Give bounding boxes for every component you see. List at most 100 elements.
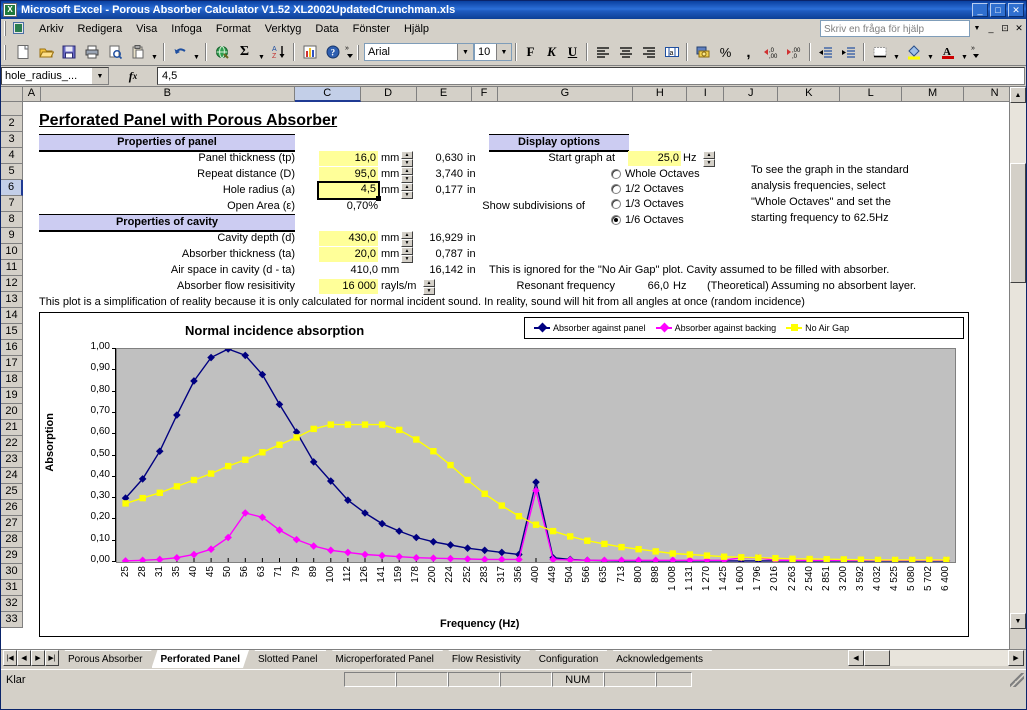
row-header-18[interactable]: 18 <box>1 372 23 388</box>
value-cavity-depth[interactable]: 430,0 <box>319 231 378 246</box>
row-header-25[interactable]: 25 <box>1 484 23 500</box>
menu-item-redigera[interactable]: Redigera <box>70 21 129 37</box>
row-header-8[interactable]: 8 <box>1 212 23 228</box>
row-header-20[interactable]: 20 <box>1 404 23 420</box>
align-center-icon[interactable] <box>614 41 637 63</box>
menu-item-fonster[interactable]: Fönster <box>346 21 397 37</box>
row-header-4[interactable]: 4 <box>1 148 23 164</box>
menu-item-data[interactable]: Data <box>308 21 345 37</box>
row-header-3[interactable]: 3 <box>1 132 23 148</box>
print-preview-icon[interactable] <box>103 41 126 63</box>
hscroll-left-button[interactable]: ◀ <box>848 650 864 666</box>
sheet-tab-acknowledgements[interactable]: Acknowledgements <box>607 650 712 668</box>
row-header-26[interactable]: 26 <box>1 500 23 516</box>
save-icon[interactable] <box>57 41 80 63</box>
toolbar-gripper-2[interactable] <box>357 44 361 60</box>
radio-whole-octaves[interactable]: Whole Octaves <box>611 168 700 180</box>
hscroll-track[interactable] <box>890 650 1008 666</box>
row-header-28[interactable]: 28 <box>1 532 23 548</box>
vscroll-track-top[interactable] <box>1010 103 1026 163</box>
row-header-19[interactable]: 19 <box>1 388 23 404</box>
close-button[interactable]: ✕ <box>1008 3 1024 17</box>
sort-ascending-icon[interactable]: AZ <box>267 41 290 63</box>
row-header-15[interactable]: 15 <box>1 324 23 340</box>
toolbar-overflow-button[interactable]: » <box>344 41 356 63</box>
row-header-27[interactable]: 27 <box>1 516 23 532</box>
font-name-dropdown-icon[interactable]: ▼ <box>457 44 473 60</box>
sheet-tab-slotted-panel[interactable]: Slotted Panel <box>249 650 327 668</box>
menu-item-infoga[interactable]: Infoga <box>164 21 209 37</box>
new-icon[interactable] <box>11 41 34 63</box>
borders-icon[interactable] <box>868 41 891 63</box>
value-flow-resistivity[interactable]: 16 000 <box>319 279 378 294</box>
sheet-tab-microperforated-panel[interactable]: Microperforated Panel <box>326 650 442 668</box>
resize-grip[interactable] <box>1010 672 1024 687</box>
radio-third-octaves[interactable]: 1/3 Octaves <box>611 198 684 210</box>
row-header-14[interactable]: 14 <box>1 308 23 324</box>
minimize-button[interactable]: _ <box>972 3 988 17</box>
name-box-dropdown-icon[interactable]: ▼ <box>92 68 108 84</box>
hscroll-right-button[interactable]: ▶ <box>1008 650 1024 666</box>
row-header-24[interactable]: 24 <box>1 468 23 484</box>
fill-color-dropdown-icon[interactable]: ▼ <box>925 39 936 66</box>
print-icon[interactable] <box>80 41 103 63</box>
font-name-input[interactable]: Arial ▼ <box>364 43 474 61</box>
column-header-M[interactable]: M <box>902 87 965 102</box>
fill-color-icon[interactable] <box>902 41 925 63</box>
column-header-C[interactable]: C <box>294 87 361 102</box>
toolbar-gripper-1[interactable] <box>4 44 8 60</box>
paste-icon[interactable] <box>126 41 149 63</box>
vertical-scrollbar[interactable]: ▲ ▼ <box>1009 87 1026 649</box>
hyperlink-icon[interactable] <box>210 41 233 63</box>
absorption-chart[interactable]: Normal incidence absorption Absorber aga… <box>39 312 969 637</box>
select-all-corner[interactable] <box>1 87 23 102</box>
row-header-22[interactable]: 22 <box>1 436 23 452</box>
sheet-tab-flow-resistivity[interactable]: Flow Resistivity <box>443 650 530 668</box>
column-header-J[interactable]: J <box>724 87 779 102</box>
scroll-down-button[interactable]: ▼ <box>1010 613 1026 629</box>
bold-button[interactable]: F <box>520 42 541 62</box>
column-header-E[interactable]: E <box>416 87 472 102</box>
scroll-up-button[interactable]: ▲ <box>1010 87 1026 103</box>
hscroll-thumb[interactable] <box>864 650 890 666</box>
vscroll-track-bottom[interactable] <box>1010 283 1026 613</box>
column-header-G[interactable]: G <box>497 87 634 102</box>
row-header-13[interactable]: 13 <box>1 292 23 308</box>
font-size-dropdown-icon[interactable]: ▼ <box>496 44 511 60</box>
column-header-D[interactable]: D <box>360 87 417 102</box>
prev-tab-icon[interactable]: ◀ <box>17 650 31 666</box>
radio-sixth-octaves[interactable]: 1/6 Octaves <box>611 214 684 226</box>
value-start-graph[interactable]: 25,0 <box>628 151 681 166</box>
row-header-17[interactable]: 17 <box>1 356 23 372</box>
doc-restore-button[interactable]: ⊡ <box>998 21 1012 36</box>
column-header-I[interactable]: I <box>687 87 725 102</box>
undo-icon[interactable] <box>168 41 191 63</box>
font-size-input[interactable]: 10 ▼ <box>474 43 512 61</box>
row-header-1[interactable] <box>1 102 23 116</box>
help-search-input[interactable]: Skriv en fråga för hjälp <box>820 20 970 37</box>
decrease-decimal-icon[interactable]: ,00,0 <box>783 41 806 63</box>
autosum-dropdown-icon[interactable]: ▼ <box>256 39 267 66</box>
menu-gripper[interactable] <box>4 21 8 36</box>
align-right-icon[interactable] <box>637 41 660 63</box>
align-left-icon[interactable] <box>591 41 614 63</box>
open-icon[interactable] <box>34 41 57 63</box>
spinner-absorber-thickness[interactable]: ▲ ▼ <box>401 247 413 263</box>
spinner-panel-thickness[interactable]: ▲ ▼ <box>401 151 413 167</box>
column-header-H[interactable]: H <box>633 87 688 102</box>
vscroll-thumb[interactable] <box>1010 163 1026 283</box>
value-absorber-thickness[interactable]: 20,0 <box>319 247 378 262</box>
column-header-B[interactable]: B <box>40 87 295 102</box>
sheet-tab-perforated-panel[interactable]: Perforated Panel <box>152 650 249 668</box>
row-header-30[interactable]: 30 <box>1 564 23 580</box>
row-header-10[interactable]: 10 <box>1 244 23 260</box>
spinner-flow-resistivity[interactable]: ▲ ▼ <box>423 279 435 295</box>
italic-button[interactable]: K <box>541 42 562 62</box>
row-header-11[interactable]: 11 <box>1 260 23 276</box>
spinner-repeat-distance[interactable]: ▲ ▼ <box>401 167 413 183</box>
row-header-21[interactable]: 21 <box>1 420 23 436</box>
row-header-9[interactable]: 9 <box>1 228 23 244</box>
percent-button[interactable]: % <box>714 41 737 63</box>
menu-item-hjalp[interactable]: Hjälp <box>397 21 436 37</box>
radio-half-octaves[interactable]: 1/2 Octaves <box>611 183 684 195</box>
